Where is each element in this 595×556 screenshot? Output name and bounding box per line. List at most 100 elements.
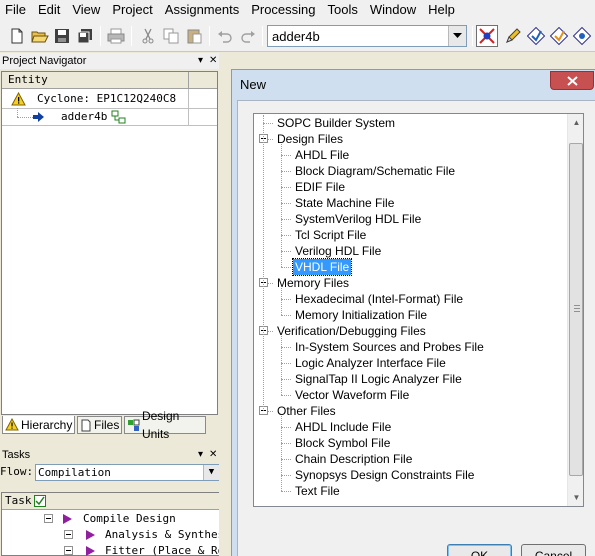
- menu-help[interactable]: Help: [423, 0, 462, 20]
- close-button[interactable]: [550, 71, 594, 90]
- close-icon: [566, 75, 578, 86]
- tree-category[interactable]: SOPC Builder System: [254, 115, 566, 131]
- flow-value: Compilation: [38, 466, 111, 479]
- tree-item[interactable]: Memory Initialization File: [254, 307, 566, 323]
- tree-item[interactable]: AHDL File: [254, 147, 566, 163]
- tree-item[interactable]: AHDL Include File: [254, 419, 566, 435]
- undo-icon[interactable]: [214, 25, 236, 47]
- tree-item[interactable]: Vector Waveform File: [254, 387, 566, 403]
- tree-category[interactable]: Design Files: [254, 131, 566, 147]
- scroll-up-icon[interactable]: ▲: [568, 114, 583, 131]
- menu-tools[interactable]: Tools: [323, 0, 365, 20]
- tree-item[interactable]: Block Symbol File: [254, 435, 566, 451]
- menu-file[interactable]: File: [0, 0, 33, 20]
- tree-item-label: VHDL File: [291, 258, 353, 276]
- tree-item[interactable]: Logic Analyzer Interface File: [254, 355, 566, 371]
- task-column-header[interactable]: Task: [2, 493, 221, 510]
- tree-scrollbar[interactable]: ▲ ▼: [567, 114, 583, 506]
- dialog-body: SOPC Builder System Design Files AHDL File…: [237, 100, 595, 556]
- design-units-icon: [128, 419, 140, 431]
- scroll-thumb[interactable]: [569, 143, 583, 476]
- tab-files-label: Files: [94, 418, 120, 432]
- expand-icon[interactable]: [64, 546, 73, 555]
- splitter[interactable]: [219, 52, 231, 556]
- pin-icon[interactable]: ▾: [198, 53, 203, 69]
- close-icon[interactable]: ✕: [209, 53, 217, 69]
- redo-icon[interactable]: [237, 25, 259, 47]
- ok-button[interactable]: OK: [447, 544, 512, 556]
- flow-combo[interactable]: Compilation ▼: [35, 464, 220, 481]
- menu-assignments[interactable]: Assignments: [160, 0, 246, 20]
- save-icon[interactable]: [51, 25, 73, 47]
- tree-item[interactable]: VHDL File: [254, 258, 566, 276]
- edit-pencil-icon[interactable]: [502, 25, 524, 47]
- tree-category[interactable]: Other Files: [254, 403, 566, 419]
- paste-icon[interactable]: [183, 25, 205, 47]
- tasks-title: Tasks: [0, 447, 222, 463]
- tree-item-label: Other Files: [277, 404, 336, 418]
- menu-view[interactable]: View: [67, 0, 107, 20]
- analysis-icon[interactable]: [548, 25, 570, 47]
- tree-item-label: In-System Sources and Probes File: [295, 340, 484, 354]
- tree-category[interactable]: Memory Files: [254, 275, 566, 291]
- menu-window[interactable]: Window: [365, 0, 423, 20]
- open-folder-icon[interactable]: [29, 25, 51, 47]
- device-label: Cyclone: EP1C12Q240C8: [37, 92, 177, 105]
- dialog-title: New: [240, 77, 267, 92]
- cut-icon[interactable]: [137, 25, 159, 47]
- compile-icon[interactable]: [525, 25, 547, 47]
- tree-category[interactable]: Verification/Debugging Files: [254, 323, 566, 339]
- save-all-icon[interactable]: [74, 25, 96, 47]
- task-list: Task Compile Design Analysis & Synthesi …: [1, 492, 231, 556]
- entity-column-header[interactable]: Entity: [2, 72, 217, 89]
- expand-icon[interactable]: [64, 530, 73, 539]
- top-entity-combo[interactable]: adder4b: [267, 25, 467, 47]
- tree-item[interactable]: SignalTap II Logic Analyzer File: [254, 371, 566, 387]
- tree-item[interactable]: Hexadecimal (Intel-Format) File: [254, 291, 566, 307]
- task-fitter: Fitter (Place & Rou: [105, 544, 231, 556]
- warning-icon: [5, 418, 19, 431]
- tree-item[interactable]: Chain Description File: [254, 451, 566, 467]
- tree-item[interactable]: EDIF File: [254, 179, 566, 195]
- top-entity-value: adder4b: [272, 29, 320, 44]
- project-navigator: Entity Cyclone: EP1C12Q240C8 adder4b: [1, 71, 218, 415]
- tree-item[interactable]: Tcl Script File: [254, 227, 566, 243]
- flow-label: Flow:: [0, 465, 34, 478]
- tree-item[interactable]: Block Diagram/Schematic File: [254, 163, 566, 179]
- tree-item-label: Text File: [295, 484, 340, 498]
- tab-hierarchy[interactable]: Hierarchy: [2, 416, 75, 434]
- close-icon[interactable]: ✕: [209, 447, 217, 463]
- tree-item[interactable]: Text File: [254, 483, 566, 499]
- pin-icon[interactable]: ▾: [198, 447, 203, 463]
- tree-item[interactable]: Verilog HDL File: [254, 243, 566, 259]
- tree-item-label: SOPC Builder System: [277, 116, 396, 130]
- tree-item[interactable]: Synopsys Design Constraints File: [254, 467, 566, 483]
- tree-item-label: Block Diagram/Schematic File: [295, 164, 456, 178]
- chevron-down-icon[interactable]: ▼: [203, 465, 219, 480]
- entity-header-label: Entity: [8, 73, 48, 86]
- tab-files[interactable]: Files: [77, 416, 122, 434]
- print-icon[interactable]: [105, 25, 127, 47]
- chip-planner-icon[interactable]: [476, 25, 498, 47]
- tree-item[interactable]: State Machine File: [254, 195, 566, 211]
- collapse-icon[interactable]: [44, 514, 53, 523]
- menu-project[interactable]: Project: [107, 0, 159, 20]
- tree-item[interactable]: SystemVerilog HDL File: [254, 211, 566, 227]
- new-file-icon[interactable]: [6, 25, 28, 47]
- scroll-down-icon[interactable]: ▼: [568, 489, 583, 506]
- tree-item[interactable]: In-System Sources and Probes File: [254, 339, 566, 355]
- tab-design-units[interactable]: Design Units: [124, 409, 206, 441]
- cancel-button[interactable]: Cancel: [521, 544, 586, 556]
- menu-processing[interactable]: Processing: [246, 0, 322, 20]
- tree-item-label: AHDL Include File: [295, 420, 392, 434]
- copy-icon[interactable]: [160, 25, 182, 47]
- tree-item-label: Memory Initialization File: [295, 308, 428, 322]
- chevron-down-icon[interactable]: [448, 26, 466, 46]
- tree-item-label: Memory Files: [277, 276, 350, 290]
- tab-design-units-label: Design Units: [141, 409, 180, 441]
- navigator-tabs: Hierarchy Files Design Units: [0, 409, 219, 441]
- timing-icon[interactable]: [571, 25, 593, 47]
- play-icon: [63, 514, 72, 524]
- menu-edit[interactable]: Edit: [33, 0, 67, 20]
- file-type-tree[interactable]: SOPC Builder System Design Files AHDL File…: [253, 113, 584, 507]
